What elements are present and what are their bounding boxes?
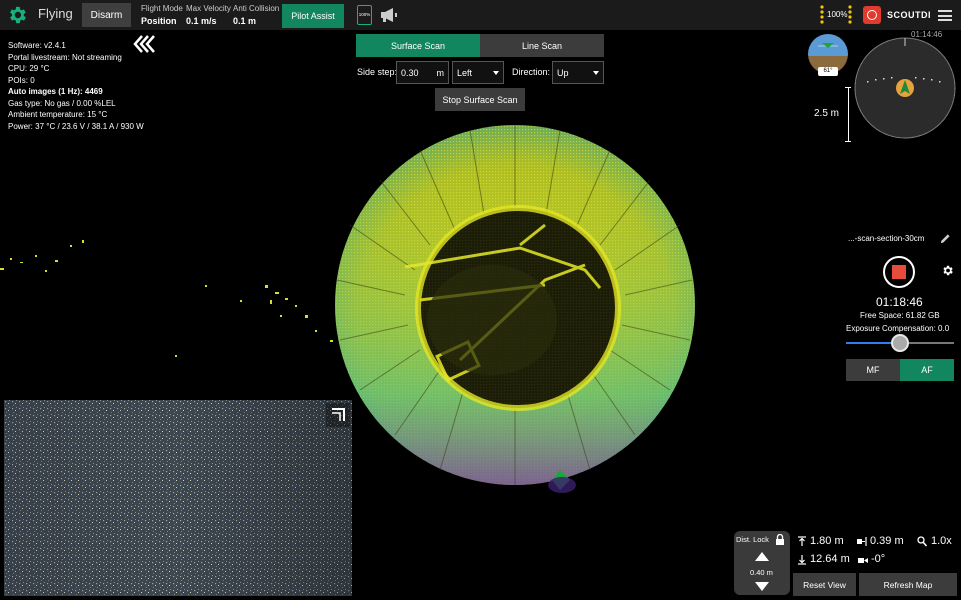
pois-count: POIs: 0: [8, 75, 35, 85]
side-step-input[interactable]: 0.30 m: [396, 61, 449, 84]
chevron-down-icon: [493, 71, 499, 75]
zoom-icon: [917, 536, 927, 547]
telemetry-info-panel: Software: v2.4.1 Portal livestream: Not …: [8, 40, 144, 132]
camera-angle-value: -0°: [871, 553, 886, 565]
front-distance-icon: [857, 537, 867, 546]
camera-settings-icon[interactable]: [941, 264, 954, 277]
battery-percent: 100%: [827, 10, 848, 19]
exposure-label: Exposure Compensation: 0.0: [846, 324, 950, 333]
record-stop-button[interactable]: [883, 256, 915, 288]
camera-feed[interactable]: [4, 400, 352, 596]
phone-battery-icon: 100%: [357, 5, 372, 25]
side-select[interactable]: Left: [452, 61, 504, 84]
max-velocity-label: Max Velocity: [186, 4, 231, 13]
ambient-temp: Ambient temperature: 15 °C: [8, 110, 108, 119]
side-select-value: Left: [457, 67, 473, 78]
pilot-assist-button[interactable]: Pilot Assist: [282, 4, 344, 28]
recording-time: 01:18:46: [876, 295, 923, 309]
flight-mode-stat: Flight Mode Position: [141, 4, 183, 26]
height-down-value: 12.64 m: [810, 553, 850, 565]
anti-collision-stat: Anti Collision 0.1 m: [233, 4, 279, 26]
side-step-unit: m: [436, 67, 445, 78]
gas-reading: Gas type: No gas / 0.00 %LEL: [8, 98, 116, 108]
hamburger-menu-icon[interactable]: [938, 10, 952, 21]
side-step-label: Side step:: [357, 67, 398, 77]
max-velocity-value: 0.1 m/s: [186, 16, 217, 26]
tab-line-scan[interactable]: Line Scan: [480, 34, 604, 57]
height-up-icon: [798, 536, 806, 546]
free-space: Free Space: 61.82 GB: [860, 311, 940, 320]
stop-surface-scan-button[interactable]: Stop Surface Scan: [435, 88, 525, 111]
settings-gear-icon[interactable]: [6, 4, 28, 26]
software-version: Software: v2.4.1: [8, 41, 66, 50]
brand-logo: SCOUTDI: [887, 10, 931, 20]
side-step-value: 0.30: [401, 67, 419, 78]
anti-collision-label: Anti Collision: [233, 4, 280, 13]
collapse-panel-icon[interactable]: [133, 34, 155, 54]
scan-mode-tabs: Surface Scan Line Scan: [356, 34, 604, 57]
direction-select-value: Up: [557, 67, 569, 78]
refresh-map-button[interactable]: Refresh Map: [859, 573, 957, 596]
map-scale-bar: [845, 87, 851, 142]
livestream-status: Portal livestream: Not streaming: [8, 52, 122, 62]
auto-images-count: Auto images (1 Hz): 4469: [8, 87, 103, 96]
chevron-down-icon: [593, 71, 599, 75]
flight-status: Flying: [38, 6, 73, 21]
max-velocity-stat: Max Velocity 0.1 m/s: [186, 4, 231, 26]
height-down-icon: [798, 555, 806, 565]
anti-collision-value: 0.1 m: [233, 16, 257, 26]
scan-name: ...-scan-section-30cm: [848, 234, 925, 243]
height-up-value: 1.80 m: [810, 535, 844, 547]
reset-view-button[interactable]: Reset View: [793, 573, 856, 596]
mf-button[interactable]: MF: [846, 359, 900, 381]
edit-pencil-icon[interactable]: [940, 233, 951, 244]
zoom-value: 1.0x: [931, 535, 952, 547]
megaphone-icon[interactable]: [380, 7, 398, 23]
af-button[interactable]: AF: [900, 359, 954, 381]
power-reading: Power: 37 °C / 23.6 V / 38.1 A / 930 W: [8, 121, 144, 131]
map-scale-label: 2.5 m: [814, 108, 840, 119]
dist-increase-arrow-icon[interactable]: [755, 552, 769, 561]
direction-label: Direction:: [512, 67, 551, 77]
tab-surface-scan[interactable]: Surface Scan: [356, 34, 480, 57]
dist-lock-value: 0.40 m: [750, 568, 773, 577]
compass-radar: [854, 37, 956, 139]
cpu-temp: CPU: 29 °C: [8, 64, 50, 73]
flight-mode-value: Position: [141, 16, 177, 26]
front-distance-value: 0.39 m: [870, 535, 904, 547]
dist-lock-label: Dist. Lock: [736, 535, 769, 544]
attitude-angle: 61°: [818, 67, 838, 76]
exposure-slider-thumb[interactable]: [891, 334, 909, 352]
focus-mode-toggle: MF AF: [846, 359, 954, 381]
lock-icon[interactable]: [775, 534, 785, 545]
flight-mode-label: Flight Mode: [141, 4, 183, 13]
expand-camera-icon[interactable]: [326, 403, 350, 427]
disarm-button[interactable]: Disarm: [82, 3, 131, 27]
record-indicator-icon: [863, 6, 881, 24]
camera-angle-icon: [858, 558, 868, 563]
top-bar: Flying Disarm Flight Mode Position Max V…: [0, 0, 961, 30]
direction-select[interactable]: Up: [552, 61, 604, 84]
dist-decrease-arrow-icon[interactable]: [755, 582, 769, 591]
